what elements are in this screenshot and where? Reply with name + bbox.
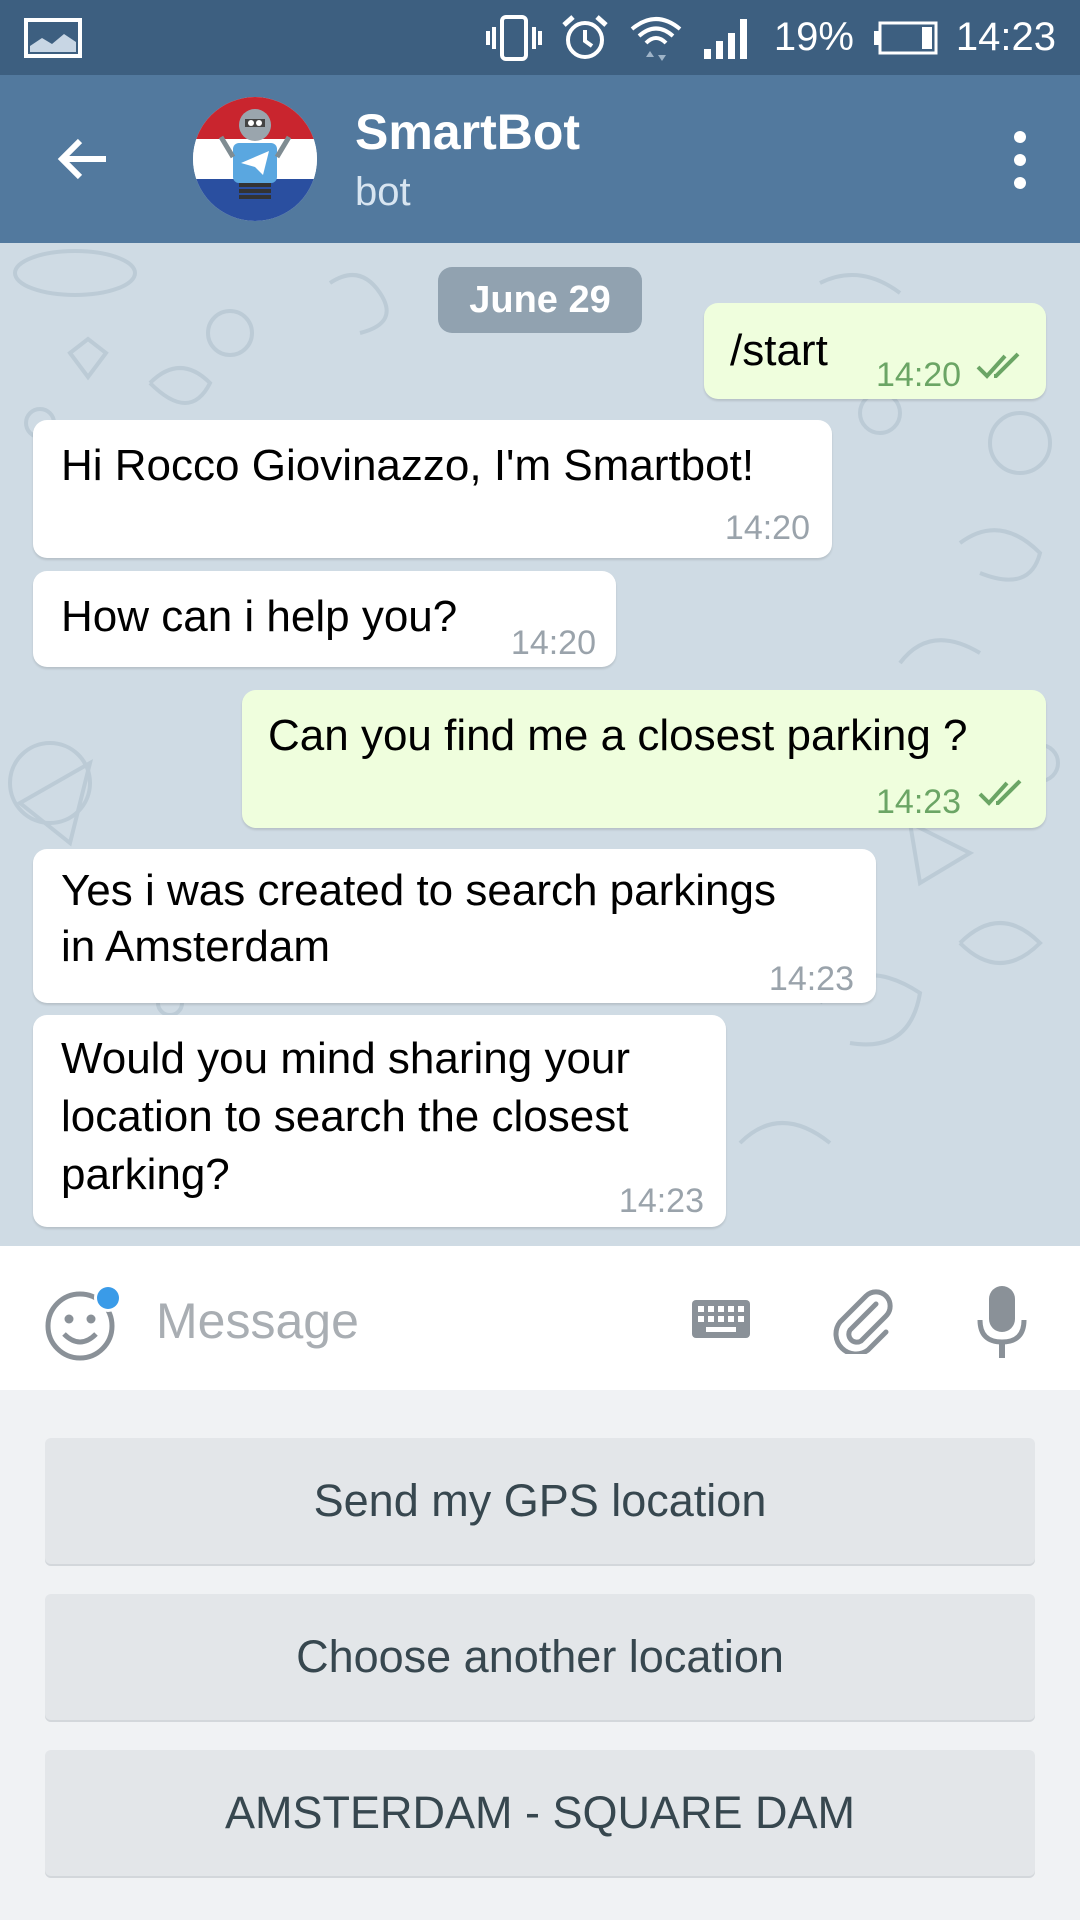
vibrate-icon — [485, 13, 542, 63]
message-text-line: parking? — [61, 1150, 230, 1199]
chat-title: SmartBot — [355, 104, 581, 160]
double-check-icon — [976, 352, 1020, 379]
message-outgoing[interactable]: Can you find me a closest parking ? 14:2… — [242, 690, 1046, 828]
message-text: /start — [730, 326, 828, 375]
message-text-line: Yes i was created to search parkings — [61, 866, 776, 915]
chat-area[interactable]: June 29 /start 14:20 Hi Rocco Giovinazzo… — [0, 243, 1080, 1246]
reply-keyboard: Send my GPS location Choose another loca… — [0, 1390, 1080, 1920]
message-text-line: in Amsterdam — [61, 922, 330, 971]
attach-button[interactable] — [826, 1284, 896, 1357]
microphone-button[interactable] — [972, 1284, 1032, 1360]
avatar[interactable] — [193, 97, 317, 221]
message-incoming[interactable]: Yes i was created to search parkings in … — [33, 849, 876, 1003]
message-time: 14:23 — [618, 1182, 704, 1220]
message-input[interactable] — [156, 1286, 656, 1356]
message-incoming[interactable]: Hi Rocco Giovinazzo, I'm Smartbot! 14:20 — [33, 420, 832, 558]
menu-button[interactable] — [990, 125, 1050, 195]
keyboard-button-gps[interactable]: Send my GPS location — [45, 1438, 1035, 1564]
message-time: 14:23 — [768, 960, 854, 998]
battery-percent: 19% — [773, 15, 854, 59]
message-incoming[interactable]: Would you mind sharing your location to … — [33, 1015, 726, 1227]
paperclip-icon — [833, 1289, 893, 1357]
emoji-button[interactable] — [44, 1284, 122, 1361]
message-time: 14:20 — [724, 509, 810, 547]
message-input-bar — [0, 1246, 1080, 1390]
status-time: 14:23 — [955, 15, 1056, 59]
message-outgoing[interactable]: /start 14:20 — [704, 303, 1046, 399]
message-text: How can i help you? — [61, 592, 458, 641]
alarm-icon — [560, 13, 610, 63]
smiley-icon — [45, 1284, 122, 1361]
date-separator: June 29 — [438, 267, 642, 333]
more-vertical-icon — [1014, 131, 1026, 189]
signal-icon — [702, 15, 756, 61]
keyboard-button[interactable] — [690, 1288, 752, 1350]
message-time: 14:20 — [510, 624, 596, 662]
microphone-icon — [977, 1286, 1027, 1358]
arrow-left-icon — [57, 138, 106, 180]
message-time: 14:20 — [876, 356, 962, 394]
keyboard-button-square-dam[interactable]: AMSTERDAM - SQUARE DAM — [45, 1750, 1035, 1876]
keyboard-icon — [692, 1300, 750, 1338]
notification-dot — [97, 1287, 119, 1309]
battery-icon — [872, 20, 938, 56]
keyboard-button-other-location[interactable]: Choose another location — [45, 1594, 1035, 1720]
back-button[interactable] — [52, 127, 116, 191]
status-bar: 19% 14:23 — [0, 0, 1080, 75]
message-time: 14:23 — [876, 783, 962, 821]
double-check-icon — [978, 779, 1022, 806]
chat-subtitle: bot — [355, 170, 411, 214]
wifi-icon — [628, 13, 684, 63]
message-text-line: Would you mind sharing your — [61, 1034, 631, 1083]
robot-avatar-icon — [193, 97, 317, 221]
chat-header: SmartBot bot — [0, 75, 1080, 243]
message-text: Hi Rocco Giovinazzo, I'm Smartbot! — [61, 441, 755, 490]
message-text: Can you find me a closest parking ? — [268, 711, 968, 760]
gallery-notification-icon — [24, 18, 82, 58]
message-text-line: location to search the closest — [61, 1092, 629, 1141]
message-incoming[interactable]: How can i help you? 14:20 — [33, 571, 616, 667]
